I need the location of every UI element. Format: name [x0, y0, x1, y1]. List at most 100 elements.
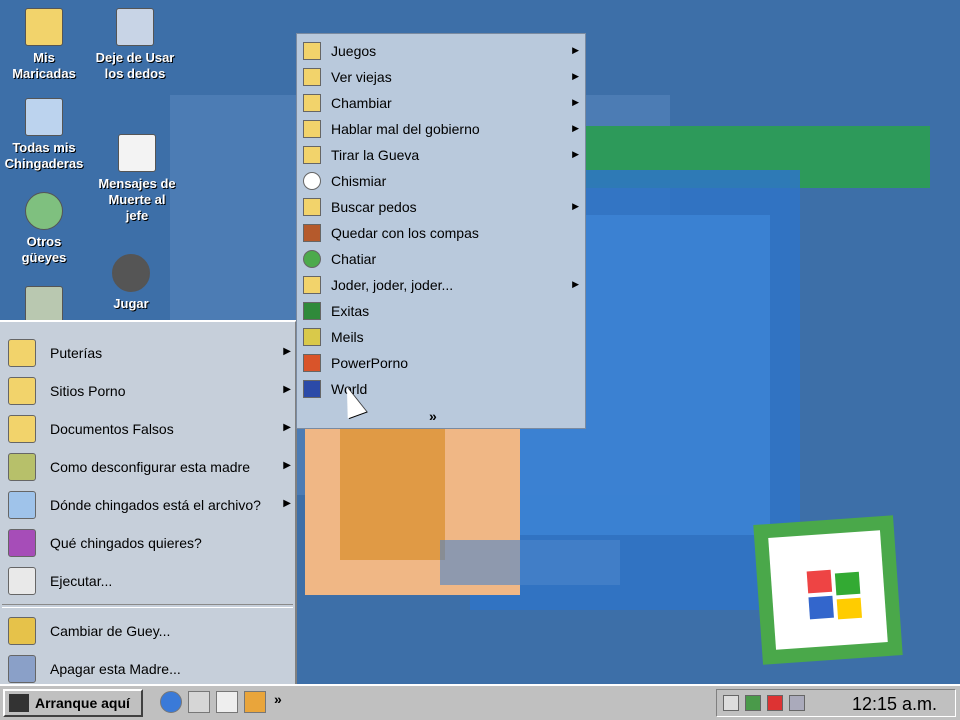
start-button[interactable]: Arranque aquí	[3, 689, 143, 717]
start-menu-item-sitios-porno[interactable]: Sitios Porno ▶	[0, 372, 295, 410]
documents-icon	[8, 415, 36, 443]
submenu-item-powerporno[interactable]: PowerPorno	[297, 350, 585, 376]
submenu-item-label: Buscar pedos	[331, 199, 417, 215]
tray-app-icon[interactable]	[789, 695, 805, 711]
submenu-item-label: Quedar con los compas	[331, 225, 479, 241]
expand-menu-icon[interactable]: »	[429, 408, 437, 424]
submenu-item-label: Ver viejas	[331, 69, 392, 85]
submenu-item-chambiar[interactable]: Chambiar ▶	[297, 90, 585, 116]
run-icon	[8, 567, 36, 595]
desktop-icon-deje-de-usar-los-dedos[interactable]: Deje de Usar los dedos	[95, 8, 175, 82]
quick-launch-more-icon[interactable]: »	[274, 691, 282, 713]
start-menu-item-documentos-falsos[interactable]: Documentos Falsos ▶	[0, 410, 295, 448]
submenu-arrow-icon: ▶	[572, 201, 579, 211]
start-menu-item-label: Dónde chingados está el archivo?	[50, 497, 261, 513]
start-menu-item-ayuda[interactable]: Qué chingados quieres?	[0, 524, 295, 562]
windows-flag-icon	[806, 569, 863, 620]
submenu-item-meils[interactable]: Meils	[297, 324, 585, 350]
start-menu: Puterías ▶ Sitios Porno ▶ Documentos Fal…	[0, 320, 297, 684]
submenu-item-label: Chatiar	[331, 251, 377, 267]
submenu-item-label: Tirar la Gueva	[331, 147, 420, 163]
submenu-arrow-icon: ▶	[572, 149, 579, 159]
submenu-item-ver-viejas[interactable]: Ver viejas ▶	[297, 64, 585, 90]
briefcase-icon	[303, 224, 321, 242]
desktop-icon-jugar[interactable]: Jugar	[91, 254, 171, 312]
start-menu-item-apagar[interactable]: Apagar esta Madre...	[0, 650, 295, 688]
computer-icon	[25, 98, 63, 136]
start-menu-item-label: Apagar esta Madre...	[50, 661, 181, 677]
submenu-item-chismiar[interactable]: Chismiar	[297, 168, 585, 194]
windows-logo-frame	[768, 530, 888, 650]
submenu-item-quedar-con-los-compas[interactable]: Quedar con los compas	[297, 220, 585, 246]
clock[interactable]: 12:15 a.m.	[852, 694, 937, 715]
folder-icon	[25, 8, 63, 46]
network-icon	[25, 192, 63, 230]
start-menu-item-ejecutar[interactable]: Ejecutar...	[0, 562, 295, 600]
submenu-item-label: Chismiar	[331, 173, 387, 189]
start-menu-item-label: Qué chingados quieres?	[50, 535, 202, 551]
desktop-icon-mensajes-de-muerte[interactable]: Mensajes de Muerte al jefe	[97, 134, 177, 224]
submenu-item-label: Chambiar	[331, 95, 392, 111]
start-menu-item-puterias[interactable]: Puterías ▶	[0, 334, 295, 372]
volume-icon[interactable]	[723, 695, 739, 711]
submenu-arrow-icon: ▶	[572, 279, 579, 289]
wallpaper-shape	[340, 428, 445, 560]
start-menu-item-configuracion[interactable]: Como desconfigurar esta madre ▶	[0, 448, 295, 486]
program-group-icon	[303, 276, 321, 294]
settings-icon	[8, 453, 36, 481]
recycle-bin-icon	[25, 286, 63, 324]
start-menu-item-label: Como desconfigurar esta madre	[50, 459, 250, 475]
outlook-express-icon[interactable]	[188, 691, 210, 713]
start-menu-item-label: Cambiar de Guey...	[50, 623, 171, 639]
start-menu-item-buscar[interactable]: Dónde chingados está el archivo? ▶	[0, 486, 295, 524]
gear-icon	[112, 254, 150, 292]
desktop-icon-mis-maricadas[interactable]: Mis Maricadas	[4, 8, 84, 82]
desktop-icon-todas-mis-chingaderas[interactable]: Todas mis Chingaderas	[4, 98, 84, 172]
submenu-item-label: Exitas	[331, 303, 370, 319]
submenu-item-buscar-pedos[interactable]: Buscar pedos ▶	[297, 194, 585, 220]
start-menu-item-cambiar-usuario[interactable]: Cambiar de Guey...	[0, 612, 295, 650]
submenu-item-tirar-la-gueva[interactable]: Tirar la Gueva ▶	[297, 142, 585, 168]
program-group-icon	[303, 94, 321, 112]
submenu-item-joder[interactable]: Joder, joder, joder... ▶	[297, 272, 585, 298]
windows-logo	[753, 515, 903, 665]
desktop-icon-label: Mensajes de Muerte al jefe	[98, 176, 176, 223]
search-icon	[8, 491, 36, 519]
start-menu-item-label: Documentos Falsos	[50, 421, 174, 437]
submenu-item-label: Hablar mal del gobierno	[331, 121, 480, 137]
desktop-icon-label: Deje de Usar los dedos	[95, 50, 175, 81]
submenu-arrow-icon: ▶	[283, 460, 291, 471]
submenu-item-exitas[interactable]: Exitas	[297, 298, 585, 324]
network-tray-icon[interactable]	[745, 695, 761, 711]
show-desktop-icon[interactable]	[216, 691, 238, 713]
submenu-item-chatiar[interactable]: Chatiar	[297, 246, 585, 272]
messenger-icon	[303, 250, 321, 268]
taskbar: Arranque aquí » 12:15 a.m.	[0, 684, 960, 720]
desktop-icon-label: Otros güeyes	[21, 234, 67, 265]
submenu-arrow-icon: ▶	[572, 45, 579, 55]
shutdown-icon	[8, 655, 36, 683]
desktop-icon-label: Mis Maricadas	[12, 50, 76, 81]
start-menu-item-label: Sitios Porno	[50, 383, 126, 399]
word-icon	[303, 380, 321, 398]
help-icon	[8, 529, 36, 557]
zonealarm-icon[interactable]	[767, 695, 783, 711]
desktop-icon-label: Todas mis Chingaderas	[4, 140, 84, 171]
program-group-icon	[303, 42, 321, 60]
system-tray: 12:15 a.m.	[716, 689, 956, 717]
submenu-arrow-icon: ▶	[572, 71, 579, 81]
submenu-arrow-icon: ▶	[572, 123, 579, 133]
program-group-icon	[303, 68, 321, 86]
media-player-icon[interactable]	[244, 691, 266, 713]
submenu-item-label: Meils	[331, 329, 364, 345]
desktop-icon-label: Jugar	[113, 296, 149, 311]
submenu-item-hablar-mal[interactable]: Hablar mal del gobierno ▶	[297, 116, 585, 142]
favorites-icon	[8, 377, 36, 405]
submenu-arrow-icon: ▶	[283, 498, 291, 509]
desktop-icon-otros-gueyes[interactable]: Otros güeyes	[4, 192, 84, 266]
submenu-arrow-icon: ▶	[283, 422, 291, 433]
submenu-arrow-icon: ▶	[283, 384, 291, 395]
submenu-item-juegos[interactable]: Juegos ▶	[297, 38, 585, 64]
program-group-icon	[303, 146, 321, 164]
internet-explorer-icon[interactable]	[160, 691, 182, 713]
